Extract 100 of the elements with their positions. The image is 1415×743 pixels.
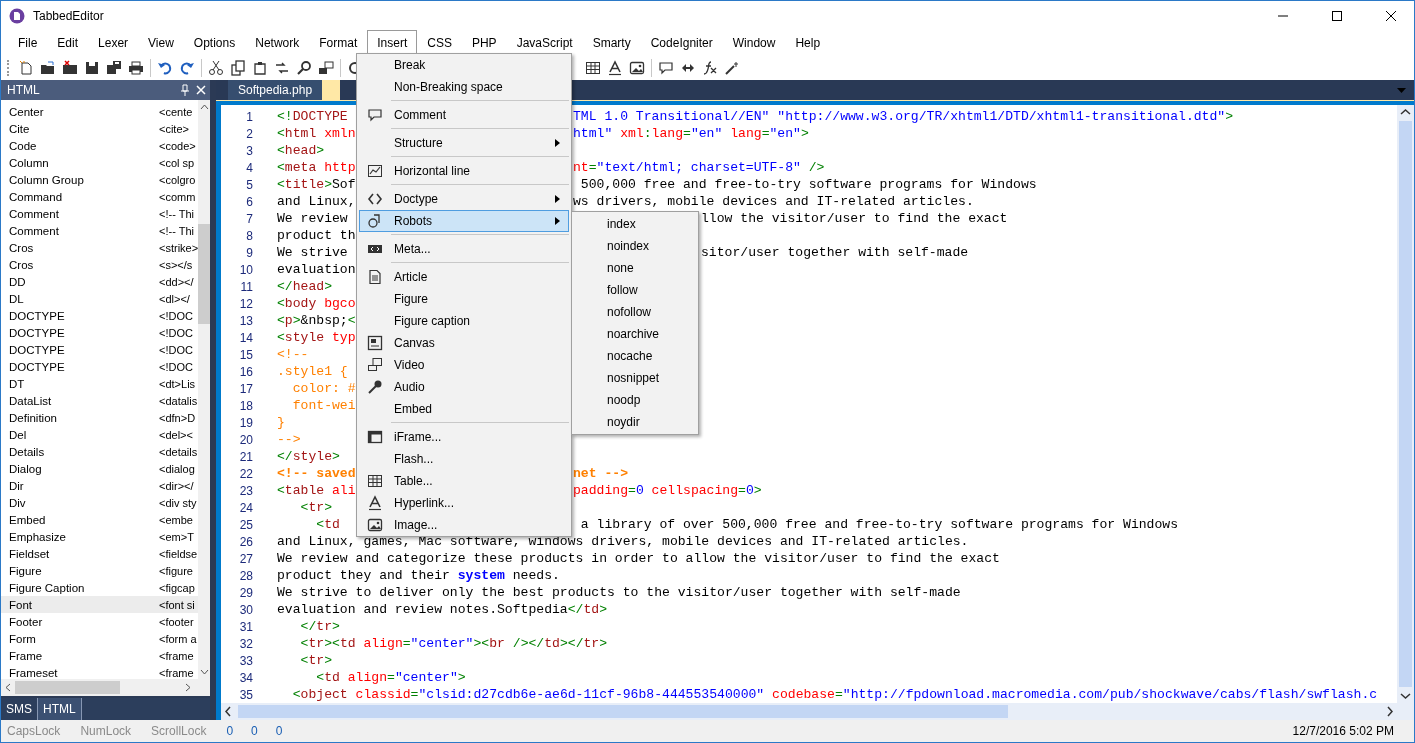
snippet-row[interactable]: Form <form a [1, 630, 199, 647]
menu-option[interactable]: noodp [572, 389, 698, 411]
menu-item[interactable]: JavaScript [506, 30, 583, 55]
menu-option[interactable]: noarchive [572, 323, 698, 345]
snippet-row[interactable]: Font <font si [1, 596, 199, 613]
snippet-row[interactable]: DOCTYPE <!DOC [1, 358, 199, 375]
snippet-row[interactable]: Cros <strike> [1, 239, 199, 256]
save-icon[interactable] [84, 59, 100, 76]
snippet-row[interactable]: Embed <embe [1, 511, 199, 528]
snippet-row[interactable]: Fieldset <fieldse [1, 545, 199, 562]
letter-a-icon[interactable] [607, 59, 623, 76]
menu-option[interactable]: Audio [359, 376, 569, 398]
snippet-row[interactable]: DOCTYPE <!DOC [1, 341, 199, 358]
snippet-row[interactable]: DOCTYPE <!DOC [1, 324, 199, 341]
menu-item[interactable]: CodeIgniter [640, 30, 723, 55]
scroll-thumb[interactable] [238, 705, 1008, 718]
image-icon[interactable] [629, 59, 645, 76]
menu-item[interactable]: Lexer [88, 30, 139, 55]
snippet-row[interactable]: Emphasize <em>T [1, 528, 199, 545]
search-icon[interactable] [296, 59, 312, 76]
table-icon[interactable] [585, 59, 601, 76]
pin-icon[interactable] [180, 84, 190, 96]
copy-icon[interactable] [230, 59, 246, 76]
snippet-row[interactable]: Del <del>< [1, 426, 199, 443]
menu-item[interactable]: Edit [47, 30, 89, 55]
new-file-icon[interactable] [18, 59, 34, 76]
menu-option[interactable]: none [572, 257, 698, 279]
menu-option[interactable]: nosnippet [572, 367, 698, 389]
horizontal-scrollbar[interactable] [1, 679, 210, 696]
snippet-row[interactable]: Dialog <dialog [1, 460, 199, 477]
scroll-thumb[interactable] [15, 681, 120, 694]
menu-option[interactable]: Meta... [359, 238, 569, 260]
snippet-row[interactable]: Comment <!-- Thi [1, 222, 199, 239]
scroll-thumb[interactable] [1399, 121, 1412, 687]
menu-option[interactable]: Embed [359, 398, 569, 420]
menu-option[interactable]: Hyperlink... [359, 492, 569, 514]
menu-option[interactable]: Structure [359, 132, 569, 154]
menu-option[interactable]: Robots [359, 210, 569, 232]
snippet-row[interactable]: DataList <datalis [1, 392, 199, 409]
snippet-row[interactable]: Column Group <colgro [1, 171, 199, 188]
snippet-row[interactable]: Frame <frame [1, 647, 199, 664]
menu-option[interactable]: Flash... [359, 448, 569, 470]
menu-item[interactable]: CSS [417, 30, 462, 55]
menu-item[interactable]: Options [183, 30, 246, 55]
menu-option[interactable]: Doctype [359, 188, 569, 210]
menu-option[interactable]: noindex [572, 235, 698, 257]
snippet-row[interactable]: Command <comm [1, 188, 199, 205]
snippet-row[interactable]: Definition <dfn>D [1, 409, 199, 426]
menu-option[interactable]: Comment [359, 104, 569, 126]
snippet-row[interactable]: Center <cente [1, 103, 199, 120]
menu-option[interactable]: Non-Breaking space [359, 76, 569, 98]
menu-option[interactable]: Figure caption [359, 310, 569, 332]
close-file-icon[interactable] [62, 59, 78, 76]
menu-option[interactable]: Table... [359, 470, 569, 492]
menu-option[interactable]: Canvas [359, 332, 569, 354]
menu-option[interactable]: nocache [572, 345, 698, 367]
snippet-row[interactable]: Cros <s></s [1, 256, 199, 273]
snippet-row[interactable]: Figure <figure [1, 562, 199, 579]
horizontal-scrollbar[interactable] [221, 703, 1397, 720]
snippet-row[interactable]: Comment <!-- Thi [1, 205, 199, 222]
snippet-row[interactable]: Footer <footer [1, 613, 199, 630]
snippet-row[interactable]: Figure Caption <figcap [1, 579, 199, 596]
menu-item[interactable]: Network [245, 30, 310, 55]
snippet-row[interactable]: Details <details [1, 443, 199, 460]
snippet-row[interactable]: DT <dt>Lis [1, 375, 199, 392]
snippet-row[interactable]: Frameset <frame [1, 664, 199, 681]
snippet-row[interactable]: DD <dd></ [1, 273, 199, 290]
magic-wand-icon[interactable] [724, 59, 740, 76]
menu-item[interactable]: PHP [461, 30, 507, 55]
menu-option[interactable]: Break [359, 54, 569, 76]
print-icon[interactable] [128, 59, 144, 76]
snippet-row[interactable]: DL <dl></ [1, 290, 199, 307]
menu-option[interactable]: Image... [359, 514, 569, 536]
menu-item[interactable]: View [138, 30, 184, 55]
speech-bubble-icon[interactable] [658, 59, 674, 76]
menu-option[interactable]: Article [359, 266, 569, 288]
function-icon[interactable] [702, 59, 718, 76]
snippet-row[interactable]: Dir <dir></ [1, 477, 199, 494]
snippet-row[interactable]: Column <col sp [1, 154, 199, 171]
paste-icon[interactable] [252, 59, 268, 76]
menu-option[interactable]: Video [359, 354, 569, 376]
menu-option[interactable]: index [572, 213, 698, 235]
menu-option[interactable]: Horizontal line [359, 160, 569, 182]
menu-option[interactable]: iFrame... [359, 426, 569, 448]
vertical-scrollbar[interactable] [1397, 105, 1414, 720]
menu-item[interactable]: Format [309, 30, 368, 55]
menu-option[interactable]: Figure [359, 288, 569, 310]
menu-option[interactable]: follow [572, 279, 698, 301]
snippet-row[interactable]: DOCTYPE <!DOC [1, 307, 199, 324]
cut-icon[interactable] [208, 59, 224, 76]
menu-option[interactable]: nofollow [572, 301, 698, 323]
snippet-row[interactable]: Code <code> [1, 137, 199, 154]
save-all-icon[interactable] [106, 59, 122, 76]
close-icon[interactable] [196, 85, 206, 95]
open-folder-icon[interactable] [40, 59, 56, 76]
panel-tab[interactable]: HTML [38, 698, 82, 720]
menu-item[interactable]: Window [722, 30, 786, 55]
menu-item[interactable]: Smarty [582, 30, 641, 55]
menu-item[interactable]: Help [785, 30, 831, 55]
windows-icon[interactable] [318, 59, 334, 76]
